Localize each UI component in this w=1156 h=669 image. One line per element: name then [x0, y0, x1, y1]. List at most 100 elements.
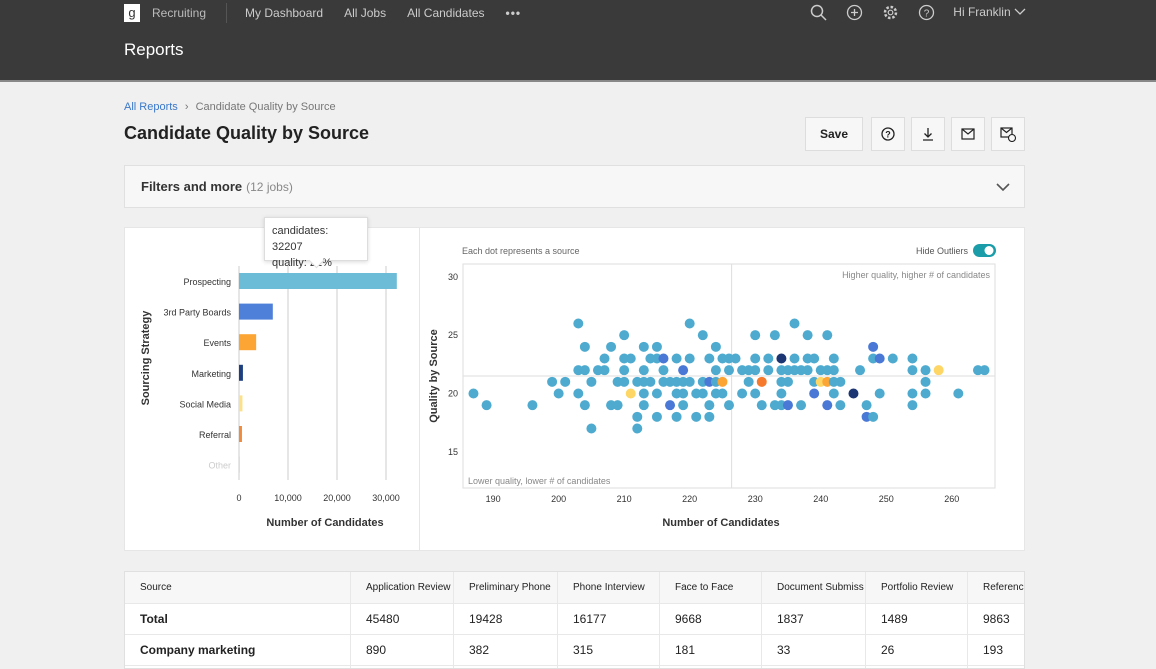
scatter-point[interactable] — [756, 400, 767, 411]
scatter-point[interactable] — [638, 341, 649, 352]
scatter-point[interactable] — [468, 388, 479, 399]
scatter-point[interactable] — [619, 330, 630, 341]
scatter-point[interactable] — [527, 400, 538, 411]
scatter-point[interactable] — [606, 341, 617, 352]
scatter-point[interactable] — [907, 365, 918, 376]
scatter-point[interactable] — [651, 411, 662, 422]
scatter-point[interactable] — [776, 388, 787, 399]
scatter-point[interactable] — [658, 353, 669, 364]
scatter-point[interactable] — [710, 365, 721, 376]
add-icon[interactable] — [845, 3, 863, 21]
scatter-point[interactable] — [651, 341, 662, 352]
scatter-point[interactable] — [848, 388, 859, 399]
scatter-point[interactable] — [868, 411, 879, 422]
scatter-point[interactable] — [586, 376, 597, 387]
scatter-point[interactable] — [737, 388, 748, 399]
bar-prospecting[interactable] — [239, 273, 397, 289]
scatter-point[interactable] — [625, 353, 636, 364]
bar-3rd-party-boards[interactable] — [239, 303, 273, 320]
scatter-point[interactable] — [822, 400, 833, 411]
bar-marketing[interactable] — [239, 364, 243, 381]
filters-accordion[interactable]: Filters and more (12 jobs) — [124, 165, 1025, 208]
scatter-point[interactable] — [907, 400, 918, 411]
gear-icon[interactable] — [881, 3, 899, 21]
scatter-point[interactable] — [579, 341, 590, 352]
nav-all-candidates[interactable]: All Candidates — [407, 6, 484, 20]
save-button[interactable]: Save — [805, 117, 863, 151]
scatter-point[interactable] — [809, 353, 820, 364]
scatter-point[interactable] — [658, 365, 669, 376]
scatter-point[interactable] — [920, 365, 931, 376]
scatter-point[interactable] — [887, 353, 898, 364]
scatter-point[interactable] — [697, 388, 708, 399]
scatter-point[interactable] — [802, 330, 813, 341]
scatter-point[interactable] — [586, 423, 597, 434]
scatter-point[interactable] — [717, 388, 728, 399]
app-name[interactable]: Recruiting — [152, 6, 206, 20]
scatter-point[interactable] — [704, 353, 715, 364]
scatter-point[interactable] — [828, 388, 839, 399]
scatter-point[interactable] — [704, 411, 715, 422]
scatter-point[interactable] — [828, 353, 839, 364]
scatter-point[interactable] — [789, 353, 800, 364]
scatter-point[interactable] — [907, 353, 918, 364]
scatter-point[interactable] — [612, 400, 623, 411]
scatter-point[interactable] — [599, 365, 610, 376]
scatter-point[interactable] — [560, 376, 571, 387]
scatter-point[interactable] — [835, 400, 846, 411]
scatter-point[interactable] — [671, 353, 682, 364]
bar-social-media[interactable] — [239, 395, 243, 412]
scatter-point[interactable] — [573, 388, 584, 399]
scatter-point[interactable] — [756, 376, 767, 387]
scatter-point[interactable] — [704, 400, 715, 411]
scatter-point[interactable] — [697, 330, 708, 341]
scatter-point[interactable] — [599, 353, 610, 364]
help-icon[interactable]: ? — [917, 3, 935, 21]
scatter-point[interactable] — [835, 376, 846, 387]
scatter-point[interactable] — [730, 353, 741, 364]
scatter-point[interactable] — [809, 388, 820, 399]
column-header[interactable]: Application Review — [351, 572, 454, 603]
scatter-point[interactable] — [907, 388, 918, 399]
bar-events[interactable] — [239, 334, 257, 351]
breadcrumb-all-reports[interactable]: All Reports — [124, 101, 178, 113]
scatter-point[interactable] — [678, 400, 689, 411]
scatter-point[interactable] — [547, 376, 558, 387]
scatter-point[interactable] — [979, 365, 990, 376]
scatter-point[interactable] — [920, 388, 931, 399]
scatter-point[interactable] — [743, 376, 754, 387]
scatter-point[interactable] — [638, 400, 649, 411]
scatter-point[interactable] — [684, 318, 695, 329]
scatter-point[interactable] — [678, 365, 689, 376]
scatter-point[interactable] — [769, 330, 780, 341]
scatter-point[interactable] — [638, 365, 649, 376]
app-logo[interactable]: g — [124, 4, 140, 22]
scatter-point[interactable] — [684, 353, 695, 364]
nav-my-dashboard[interactable]: My Dashboard — [245, 6, 323, 20]
scatter-point[interactable] — [953, 388, 964, 399]
column-header[interactable]: Source — [125, 572, 351, 603]
scatter-point[interactable] — [750, 330, 761, 341]
scatter-point[interactable] — [861, 400, 872, 411]
scatter-point[interactable] — [638, 388, 649, 399]
scatter-point[interactable] — [789, 318, 800, 329]
schedule-email-button[interactable] — [991, 117, 1025, 151]
scatter-point[interactable] — [678, 388, 689, 399]
column-header[interactable]: Phone Interview — [558, 572, 660, 603]
scatter-point[interactable] — [619, 376, 630, 387]
scatter-point[interactable] — [855, 365, 866, 376]
scatter-point[interactable] — [691, 411, 702, 422]
scatter-point[interactable] — [750, 353, 761, 364]
scatter-point[interactable] — [632, 411, 643, 422]
scatter-point[interactable] — [782, 400, 793, 411]
bar-other[interactable] — [239, 456, 240, 473]
scatter-point[interactable] — [782, 376, 793, 387]
scatter-point[interactable] — [579, 400, 590, 411]
column-header[interactable]: Face to Face — [660, 572, 762, 603]
more-menu-icon[interactable]: ••• — [506, 6, 522, 20]
scatter-point[interactable] — [828, 365, 839, 376]
scatter-point[interactable] — [920, 376, 931, 387]
scatter-point[interactable] — [671, 411, 682, 422]
column-header[interactable]: Portfolio Review — [866, 572, 968, 603]
download-button[interactable] — [911, 117, 945, 151]
